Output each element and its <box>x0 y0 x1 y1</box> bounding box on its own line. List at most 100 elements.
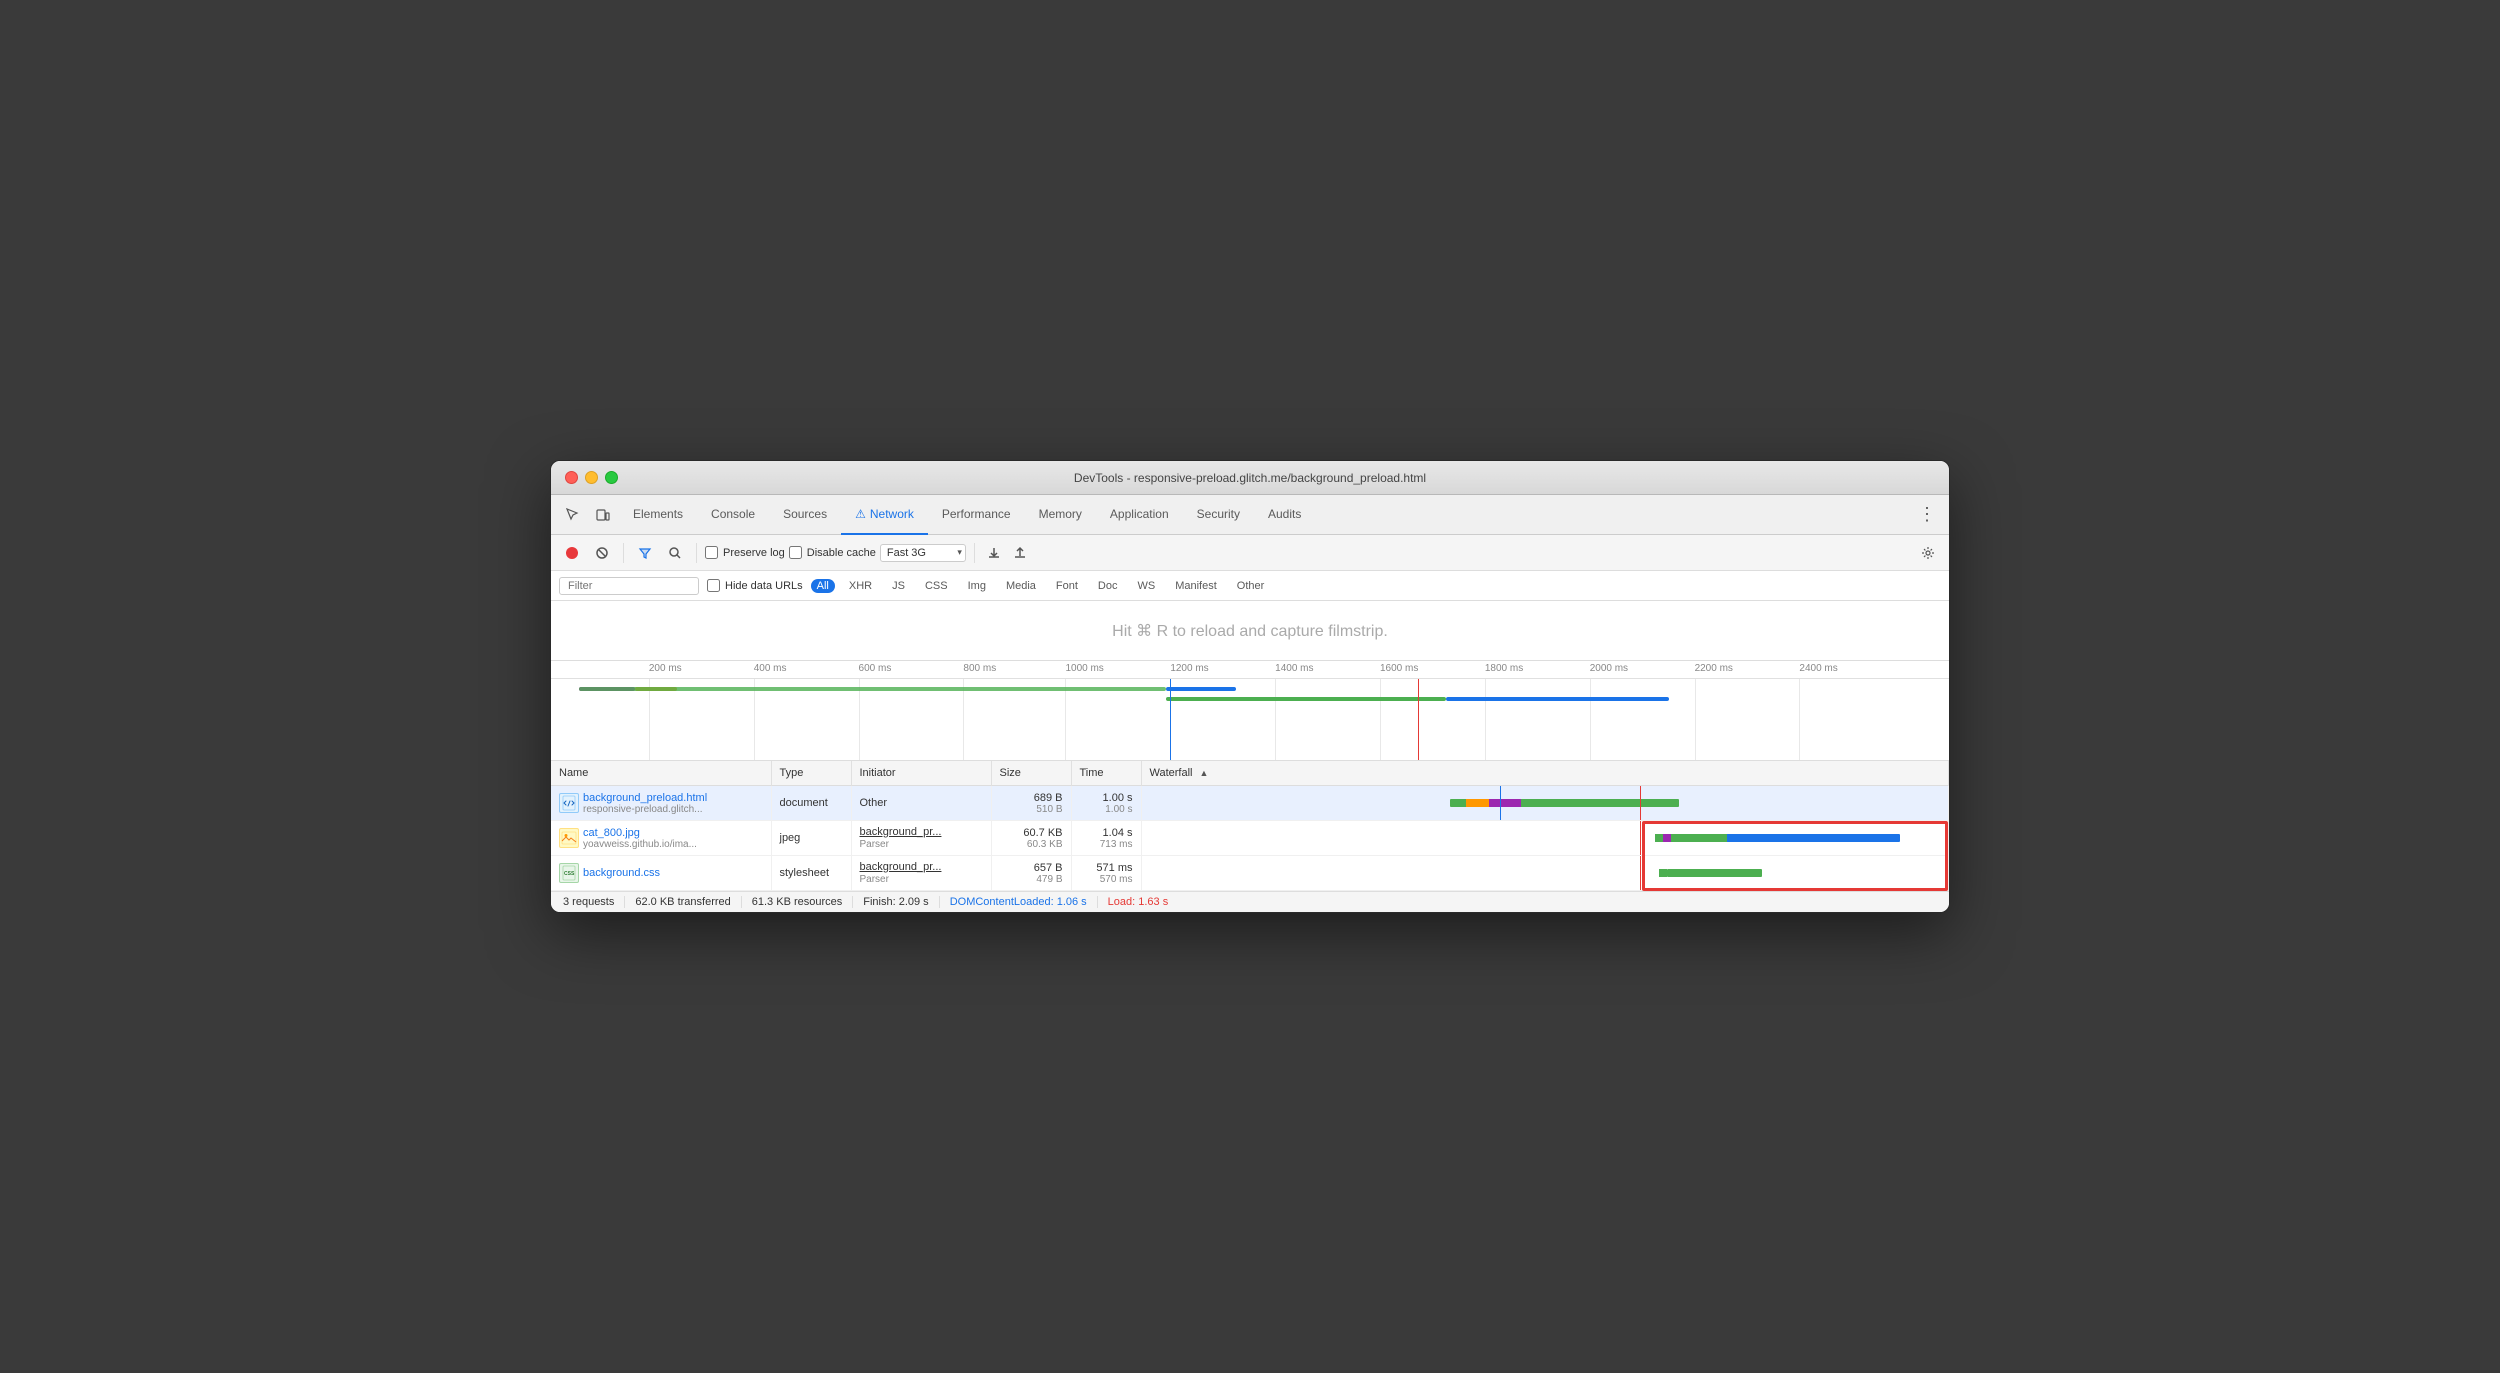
disable-cache-label[interactable]: Disable cache <box>789 546 876 559</box>
table-row[interactable]: background_preload.html responsive-prelo… <box>551 786 1949 821</box>
tab-performance[interactable]: Performance <box>928 495 1025 535</box>
table-header-row: Name Type Initiator Size Time Waterfall … <box>551 761 1949 786</box>
inspect-icon[interactable] <box>559 501 587 529</box>
ruler-1400ms: 1400 ms <box>1275 663 1313 674</box>
type-cell-3: stylesheet <box>771 856 851 891</box>
filter-type-img[interactable]: Img <box>962 579 992 593</box>
wf-receive-3 <box>1667 869 1762 877</box>
initiator-cell-2: background_pr... Parser <box>851 821 991 856</box>
ruler-1000ms: 1000 ms <box>1065 663 1103 674</box>
window-title: DevTools - responsive-preload.glitch.me/… <box>1074 471 1426 485</box>
ruler-200ms: 200 ms <box>649 663 682 674</box>
ruler-2000ms: 2000 ms <box>1590 663 1628 674</box>
filter-type-manifest[interactable]: Manifest <box>1169 579 1223 593</box>
img-file-icon <box>559 828 579 848</box>
tab-console[interactable]: Console <box>697 495 769 535</box>
hide-data-urls-checkbox[interactable] <box>707 579 720 592</box>
type-cell-1: document <box>771 786 851 821</box>
device-toggle-icon[interactable] <box>589 501 617 529</box>
network-toolbar: Preserve log Disable cache Fast 3G Slow … <box>551 535 1949 571</box>
filter-type-all[interactable]: All <box>811 579 835 593</box>
tab-network[interactable]: ⚠ Network <box>841 495 928 535</box>
filter-type-font[interactable]: Font <box>1050 579 1084 593</box>
initiator-link-3[interactable]: background_pr... <box>860 861 942 873</box>
record-button[interactable] <box>559 540 585 566</box>
filename-sub-1: responsive-preload.glitch... <box>583 804 707 815</box>
devtools-window: DevTools - responsive-preload.glitch.me/… <box>550 460 1950 913</box>
filter-input[interactable] <box>559 577 699 595</box>
maximize-button[interactable] <box>605 471 618 484</box>
table-row[interactable]: cat_800.jpg yoavweiss.github.io/ima... j… <box>551 821 1949 856</box>
status-bar: 3 requests 62.0 KB transferred 61.3 KB r… <box>551 891 1949 912</box>
tab-elements[interactable]: Elements <box>619 495 697 535</box>
clear-button[interactable] <box>589 540 615 566</box>
time-cell-3: 571 ms 570 ms <box>1071 856 1141 891</box>
throttle-wrapper: Fast 3G Slow 3G No throttling Offline ▾ <box>880 544 966 562</box>
preserve-log-label[interactable]: Preserve log <box>705 546 785 559</box>
sort-icon: ▲ <box>1200 768 1209 778</box>
name-cell-3: CSS background.css <box>551 856 771 891</box>
titlebar: DevTools - responsive-preload.glitch.me/… <box>551 461 1949 495</box>
filename-2: cat_800.jpg <box>583 827 697 839</box>
col-initiator[interactable]: Initiator <box>851 761 991 786</box>
close-button[interactable] <box>565 471 578 484</box>
filter-type-media[interactable]: Media <box>1000 579 1042 593</box>
svg-text:CSS: CSS <box>564 871 575 877</box>
css-file-icon: CSS <box>559 863 579 883</box>
wf-receive-1 <box>1521 799 1679 807</box>
waterfall-cell-1 <box>1141 786 1949 821</box>
timeline-area: 200 ms 400 ms 600 ms 800 ms 1000 ms 1200… <box>551 661 1949 761</box>
wf-load-line-2 <box>1640 821 1642 855</box>
table-row[interactable]: CSS background.css stylesheet background… <box>551 856 1949 891</box>
col-waterfall[interactable]: Waterfall ▲ <box>1141 761 1949 786</box>
type-cell-2: jpeg <box>771 821 851 856</box>
col-name[interactable]: Name <box>551 761 771 786</box>
search-button[interactable] <box>662 540 688 566</box>
filter-type-xhr[interactable]: XHR <box>843 579 878 593</box>
tab-application[interactable]: Application <box>1096 495 1183 535</box>
html-file-icon <box>559 793 579 813</box>
minimize-button[interactable] <box>585 471 598 484</box>
waterfall-cell-3 <box>1141 856 1949 891</box>
tab-memory[interactable]: Memory <box>1025 495 1096 535</box>
wf-receive-2a <box>1671 834 1726 842</box>
waterfall-cell-2 <box>1141 821 1949 856</box>
filter-type-ws[interactable]: WS <box>1131 579 1161 593</box>
preserve-log-checkbox[interactable] <box>705 546 718 559</box>
devtools-tabs: Elements Console Sources ⚠ Network Perfo… <box>551 495 1949 535</box>
ruler-800ms: 800 ms <box>963 663 996 674</box>
filter-type-other[interactable]: Other <box>1231 579 1271 593</box>
status-resources: 61.3 KB resources <box>742 896 854 908</box>
tl-blue2-bar <box>1446 697 1670 701</box>
filter-type-css[interactable]: CSS <box>919 579 954 593</box>
filter-type-js[interactable]: JS <box>886 579 911 593</box>
ruler-1800ms: 1800 ms <box>1485 663 1523 674</box>
col-time[interactable]: Time <box>1071 761 1141 786</box>
wf-dns-1 <box>1450 799 1466 807</box>
more-tabs-button[interactable]: ⋮ <box>1913 501 1941 529</box>
filmstrip-area: Hit ⌘ R to reload and capture filmstrip. <box>551 601 1949 661</box>
disable-cache-checkbox[interactable] <box>789 546 802 559</box>
throttle-select[interactable]: Fast 3G Slow 3G No throttling Offline <box>880 544 966 562</box>
traffic-lights <box>565 471 618 484</box>
tab-audits[interactable]: Audits <box>1254 495 1315 535</box>
import-button[interactable] <box>1009 542 1031 564</box>
export-button[interactable] <box>983 542 1005 564</box>
wf-wait-1 <box>1489 799 1521 807</box>
settings-button[interactable] <box>1915 540 1941 566</box>
status-load: Load: 1.63 s <box>1098 896 1179 908</box>
initiator-cell-3: background_pr... Parser <box>851 856 991 891</box>
filter-type-doc[interactable]: Doc <box>1092 579 1124 593</box>
ruler-400ms: 400 ms <box>754 663 787 674</box>
wf-load-line-1 <box>1640 786 1642 820</box>
filmstrip-message: Hit ⌘ R to reload and capture filmstrip. <box>1112 621 1388 641</box>
wf-dns-2 <box>1663 834 1671 842</box>
col-size[interactable]: Size <box>991 761 1071 786</box>
col-type[interactable]: Type <box>771 761 851 786</box>
initiator-sub-2: Parser <box>860 839 889 850</box>
hide-data-urls-label[interactable]: Hide data URLs <box>707 579 803 592</box>
filter-button[interactable] <box>632 540 658 566</box>
initiator-link-2[interactable]: background_pr... <box>860 826 942 838</box>
tab-sources[interactable]: Sources <box>769 495 841 535</box>
tab-security[interactable]: Security <box>1183 495 1254 535</box>
